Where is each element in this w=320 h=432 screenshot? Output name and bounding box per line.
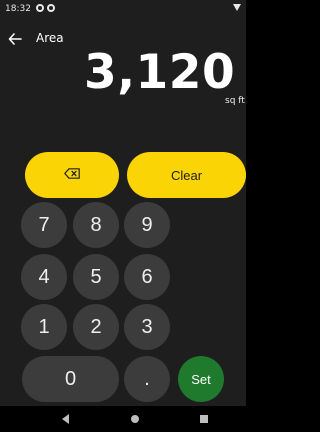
nav-back-icon[interactable] [62, 414, 69, 424]
status-bar: 18:32 [0, 0, 246, 18]
key-9[interactable]: 9 [124, 202, 170, 248]
key-8[interactable]: 8 [73, 202, 119, 248]
key-0[interactable]: 0 [22, 356, 119, 402]
key-5[interactable]: 5 [73, 254, 119, 300]
notification-icon [47, 4, 55, 12]
backspace-button[interactable] [25, 152, 119, 198]
key-6[interactable]: 6 [124, 254, 170, 300]
key-7[interactable]: 7 [21, 202, 67, 248]
notification-icon [36, 4, 44, 12]
navigation-bar [0, 406, 246, 432]
key-3[interactable]: 3 [124, 304, 170, 350]
display-unit: sq ft [225, 96, 245, 106]
key-2[interactable]: 2 [73, 304, 119, 350]
backspace-icon [64, 166, 80, 184]
key-1[interactable]: 1 [21, 304, 67, 350]
nav-recents-icon[interactable] [200, 415, 208, 423]
display-value: 3,120 [84, 45, 236, 100]
app-screen: 18:32 Area 3,120 sq ft Clear 7 8 9 4 5 6… [0, 0, 246, 406]
back-arrow-icon[interactable] [8, 31, 22, 45]
clear-button[interactable]: Clear [127, 152, 246, 198]
decimal-key[interactable]: . [124, 356, 170, 402]
key-4[interactable]: 4 [21, 254, 67, 300]
wifi-icon [233, 4, 241, 11]
status-time: 18:32 [5, 4, 31, 14]
page-title: Area [36, 31, 64, 45]
set-button[interactable]: Set [178, 356, 224, 402]
nav-home-icon[interactable] [131, 415, 139, 423]
